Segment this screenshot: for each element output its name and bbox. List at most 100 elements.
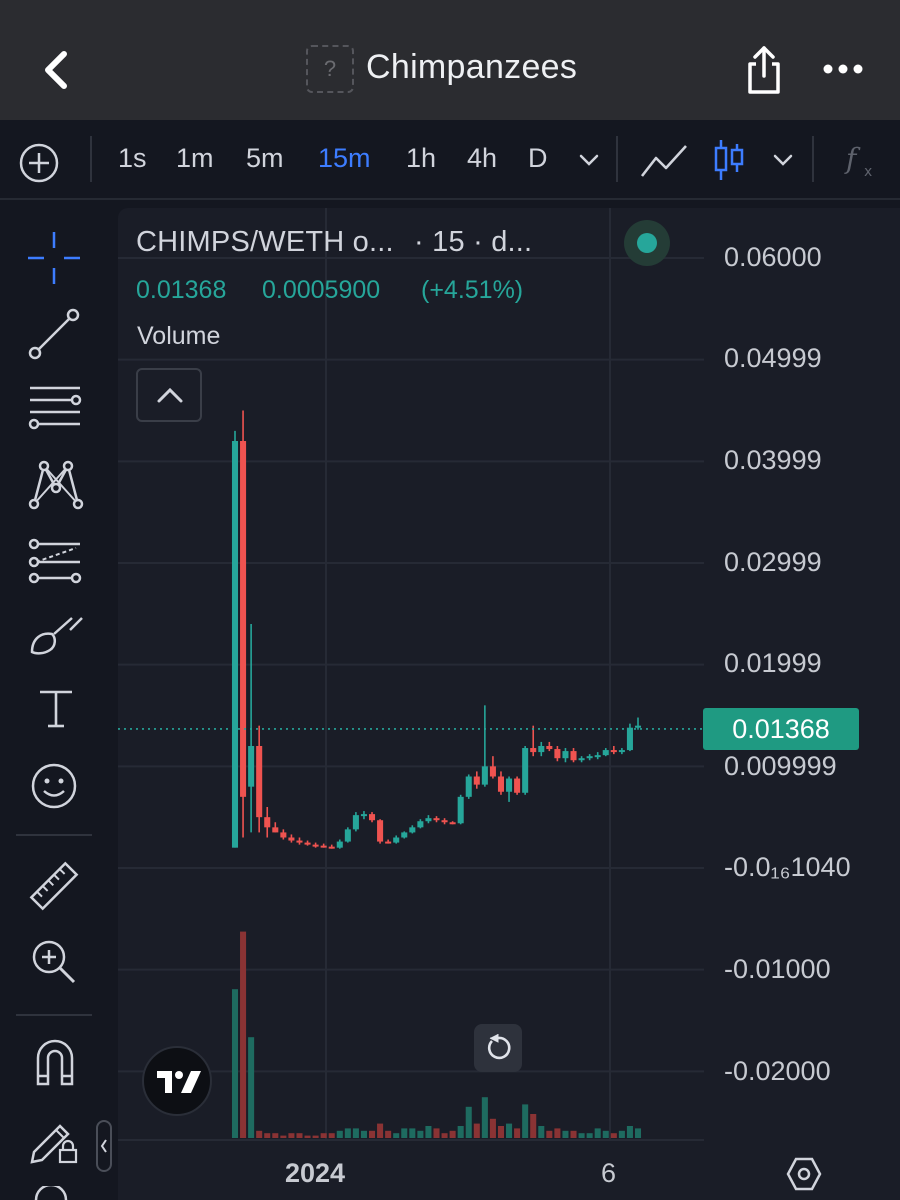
forecast-icon[interactable]	[26, 536, 84, 588]
settings-hex-icon[interactable]	[786, 1156, 822, 1192]
chart-type-dropdown-icon[interactable]	[772, 152, 794, 168]
volume-bar	[610, 1133, 617, 1138]
candle-body	[272, 827, 279, 833]
line-chart-icon[interactable]	[640, 142, 688, 180]
reset-chart-icon	[487, 1034, 511, 1060]
timeframe-dropdown-icon[interactable]	[578, 152, 600, 168]
trend-line-icon[interactable]	[26, 306, 82, 362]
tradingview-logo-icon[interactable]	[142, 1046, 212, 1116]
more-dots-icon[interactable]	[822, 58, 864, 80]
volume-bar	[288, 1133, 295, 1138]
candle-body	[634, 725, 642, 728]
candle-body	[401, 832, 408, 838]
side-panel-handle[interactable]	[96, 1120, 112, 1172]
y-tick-label: 0.01999	[724, 648, 822, 678]
candle-body	[538, 746, 545, 753]
zoom-in-icon[interactable]	[28, 936, 80, 988]
candle-body	[530, 748, 537, 753]
volume-bar	[594, 1128, 601, 1138]
toolbar-divider	[16, 834, 92, 836]
status-dot	[637, 233, 657, 253]
volume-bar	[554, 1128, 561, 1138]
candle-body	[336, 841, 343, 848]
volume-bar	[538, 1126, 545, 1138]
volume-bar	[377, 1123, 384, 1138]
candle-body	[352, 815, 359, 830]
timeframe-15m[interactable]: 15m	[318, 143, 371, 174]
volume-bar	[433, 1128, 440, 1138]
volume-bar	[425, 1126, 432, 1138]
partial-tool-icon	[34, 1186, 68, 1200]
volume-bar	[231, 989, 239, 1138]
brush-icon[interactable]	[26, 610, 84, 660]
volume-bar	[256, 1130, 263, 1138]
candle-body	[385, 841, 392, 844]
volume-bar	[344, 1128, 351, 1138]
volume-bar	[602, 1130, 609, 1138]
add-indicator-icon[interactable]	[18, 142, 60, 184]
candle-body	[626, 727, 633, 751]
symbol-name: CHIMPS/WETH o...	[136, 226, 394, 258]
collapse-legend-button[interactable]	[136, 368, 202, 422]
timeframe-1m[interactable]: 1m	[176, 143, 214, 174]
timeframe-D[interactable]: D	[528, 143, 548, 174]
market-status-indicator[interactable]	[624, 220, 670, 266]
candle-body	[280, 832, 287, 838]
fib-retracement-icon[interactable]	[26, 380, 84, 436]
reset-chart-button[interactable]	[474, 1024, 522, 1072]
candle-body	[344, 829, 351, 842]
back-chevron-icon[interactable]	[36, 48, 76, 92]
share-icon[interactable]	[742, 44, 786, 96]
candle-body	[312, 844, 319, 847]
volume-bar	[360, 1130, 367, 1138]
timeframe-1s[interactable]: 1s	[118, 143, 147, 174]
candle-body	[449, 822, 456, 825]
crosshair-icon[interactable]	[24, 228, 84, 288]
candle-body	[618, 750, 625, 753]
candle-body	[288, 837, 295, 841]
candle-body	[377, 820, 384, 842]
fx-icon[interactable]: f x	[842, 138, 882, 182]
emoji-icon[interactable]	[28, 760, 80, 812]
volume-bar	[506, 1123, 513, 1138]
current-price-badge: 0.01368	[703, 708, 859, 750]
volume-indicator-label[interactable]: Volume	[137, 322, 220, 351]
lock-drawings-icon[interactable]	[28, 1112, 80, 1164]
y-tick-label: 0.03999	[724, 445, 822, 475]
volume-bar	[489, 1118, 496, 1138]
volume-bar	[280, 1135, 287, 1138]
volume-bar	[248, 1037, 255, 1138]
volume-bar	[352, 1128, 359, 1138]
volume-bar	[320, 1133, 327, 1138]
volume-bar	[473, 1123, 480, 1138]
ruler-icon[interactable]	[26, 858, 82, 914]
pattern-icon[interactable]	[26, 456, 84, 514]
candle-body	[425, 818, 432, 822]
candle-body	[546, 746, 553, 750]
candle-body	[554, 749, 561, 759]
toolbar-divider	[616, 136, 618, 182]
candle-body	[264, 817, 271, 828]
candle-body	[481, 766, 488, 785]
y-tick-label: -0.0₁₆1040	[724, 852, 851, 882]
candle-body	[465, 776, 472, 797]
candles-icon[interactable]	[712, 136, 746, 184]
magnet-icon[interactable]	[32, 1038, 78, 1088]
volume-bar	[401, 1128, 408, 1138]
page-title: Chimpanzees	[366, 48, 578, 86]
symbol-legend[interactable]: CHIMPS/WETH o... · 15 · d...	[136, 226, 532, 259]
volume-bar	[562, 1130, 569, 1138]
volume-bar	[481, 1097, 488, 1138]
timeframe-5m[interactable]: 5m	[246, 143, 284, 174]
volume-bar	[618, 1130, 625, 1138]
text-icon[interactable]	[34, 686, 78, 732]
volume-bar	[586, 1133, 593, 1138]
timeframe-1h[interactable]: 1h	[406, 143, 436, 174]
toolbar-divider	[16, 1014, 92, 1016]
volume-bar	[272, 1133, 279, 1138]
timeframe-4h[interactable]: 4h	[467, 143, 497, 174]
change-percent: (+4.51%)	[421, 276, 524, 304]
volume-bar	[304, 1135, 311, 1138]
candle-body	[240, 441, 247, 797]
token-logo-placeholder: ?	[306, 45, 354, 93]
